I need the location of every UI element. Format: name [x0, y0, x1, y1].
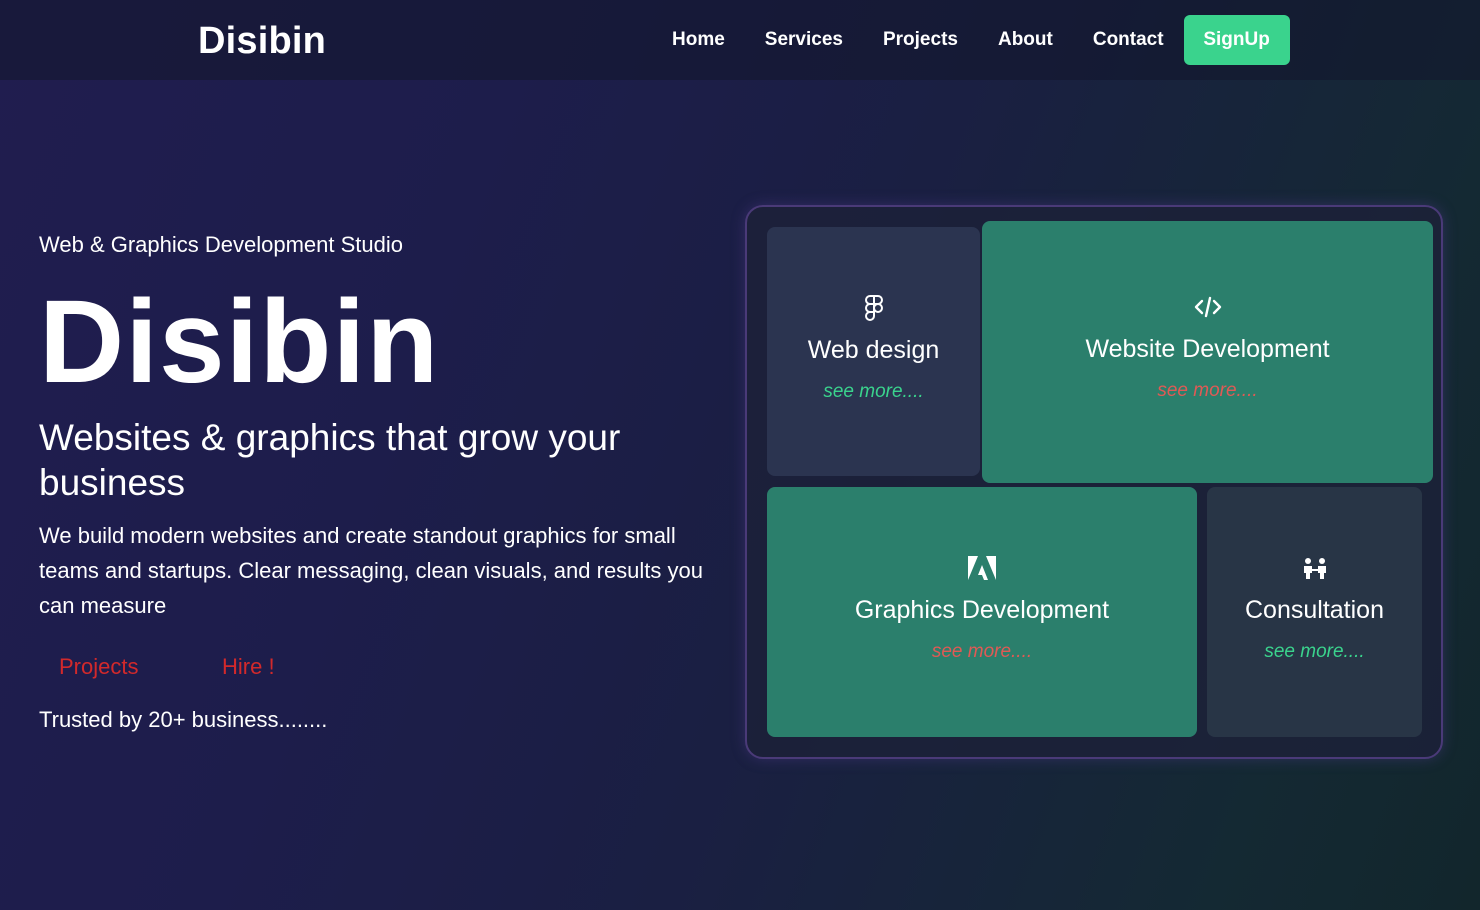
projects-button[interactable]: Projects [59, 654, 138, 680]
figma-icon [860, 294, 888, 322]
nav-link-about[interactable]: About [998, 29, 1053, 51]
see-more-link[interactable]: see more.... [1157, 380, 1257, 402]
service-title: Web design [807, 336, 940, 364]
nav-link-home[interactable]: Home [672, 29, 725, 51]
service-card-website-development[interactable]: Website Development see more.... [982, 221, 1433, 483]
trusted-text: Trusted by 20+ business........ [39, 707, 328, 732]
navbar: Disibin Home Services Projects About Con… [0, 0, 1480, 80]
brand-logo[interactable]: Disibin [198, 20, 326, 63]
service-card-consultation[interactable]: Consultation see more.... [1207, 487, 1422, 737]
see-more-link[interactable]: see more.... [932, 641, 1032, 663]
adobe-icon [968, 554, 996, 582]
people-icon [1301, 554, 1329, 582]
nav-link-contact[interactable]: Contact [1093, 29, 1164, 51]
nav-links: Home Services Projects About Contact Sig… [672, 15, 1290, 65]
nav-link-projects[interactable]: Projects [883, 29, 958, 51]
service-card-web-design[interactable]: Web design see more.... [767, 227, 980, 476]
hire-button[interactable]: Hire ! [222, 654, 275, 680]
service-title: Website Development [1085, 335, 1330, 363]
service-title: Consultation [1245, 596, 1384, 624]
signup-button[interactable]: SignUp [1183, 15, 1290, 65]
hero-eyebrow: Web & Graphics Development Studio [39, 232, 403, 257]
code-icon [1194, 293, 1222, 321]
hero-description: We build modern websites and create stan… [39, 523, 703, 618]
hero-subtitle: Websites & graphics that grow your busin… [39, 417, 621, 503]
service-card-graphics-development[interactable]: Graphics Development see more.... [767, 487, 1197, 737]
see-more-link[interactable]: see more.... [1264, 641, 1364, 663]
hero-title: Disibin [39, 276, 440, 408]
nav-link-services[interactable]: Services [765, 29, 843, 51]
service-title: Graphics Development [854, 596, 1110, 624]
see-more-link[interactable]: see more.... [823, 381, 923, 403]
